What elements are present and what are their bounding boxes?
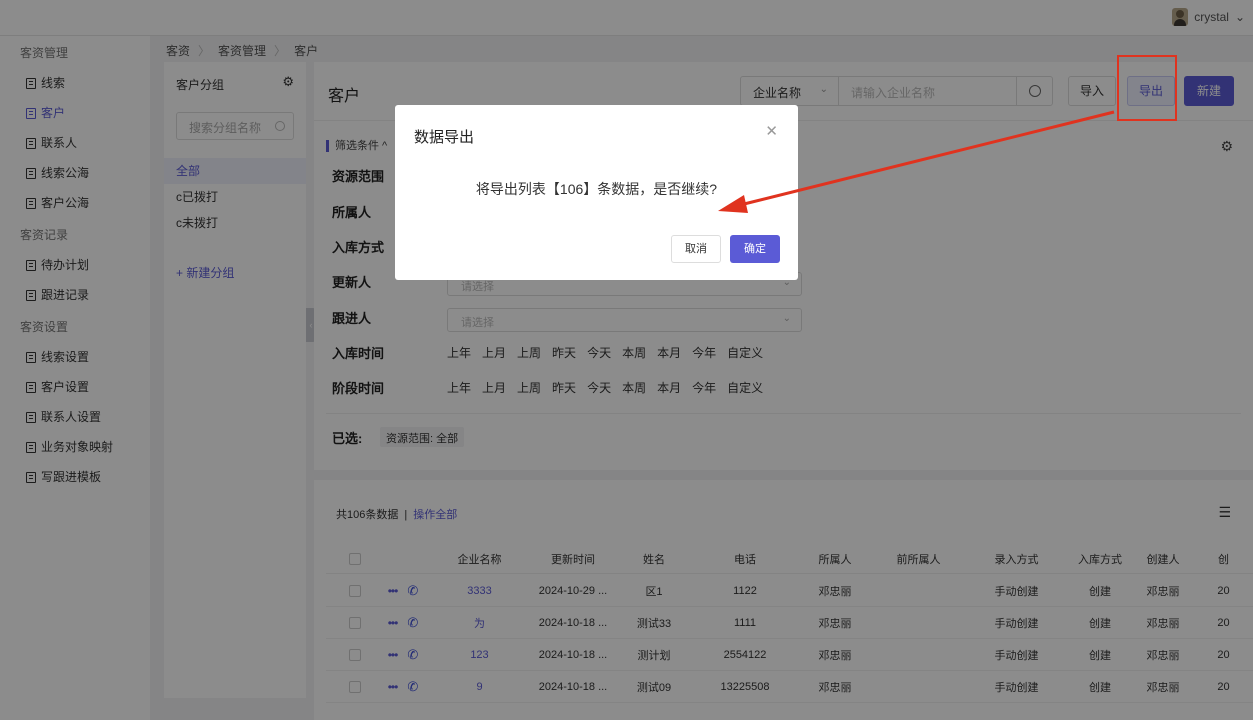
cancel-button[interactable]: 取消 (671, 235, 721, 263)
export-dialog: 数据导出 ✕ 将导出列表【106】条数据，是否继续? 取消 确定 (395, 105, 798, 280)
annotation-highlight-box (1117, 55, 1177, 121)
dialog-message: 将导出列表【106】条数据，是否继续? (475, 181, 718, 197)
confirm-button[interactable]: 确定 (730, 235, 780, 263)
dialog-title: 数据导出 (414, 129, 475, 146)
close-icon[interactable]: ✕ (765, 122, 778, 140)
